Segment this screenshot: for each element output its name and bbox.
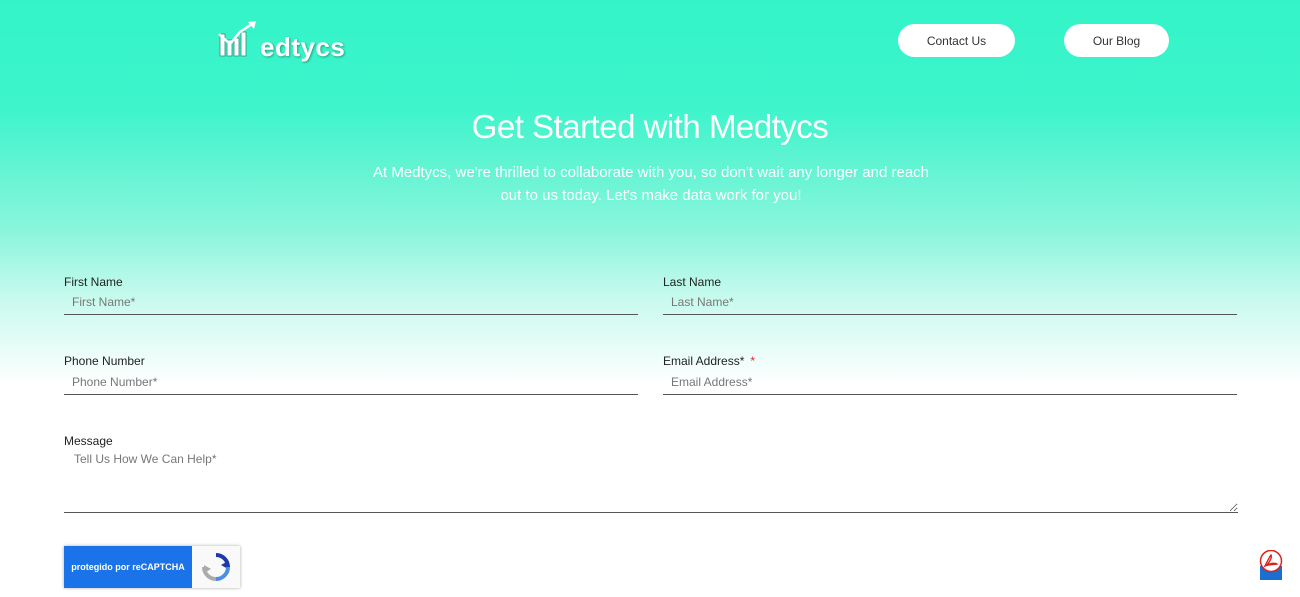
phone-number-label: Phone Number — [64, 354, 145, 368]
last-name-label: Last Name — [663, 275, 722, 289]
email-address-field: Email Address* * — [663, 354, 1237, 401]
chart-growth-icon — [218, 21, 256, 57]
message-label: Message — [64, 434, 113, 448]
email-address-label-wrap: Email Address* * — [663, 354, 755, 368]
pdf-icon[interactable] — [1258, 549, 1284, 580]
medtycs-logo[interactable]: edtycs — [218, 20, 345, 60]
message-textarea[interactable] — [64, 449, 1238, 513]
page-title: Get Started with Medtycs — [471, 108, 829, 145]
page-subtitle: At Medtycs, we're thrilled to collaborat… — [372, 164, 930, 204]
our-blog-button[interactable]: Our Blog — [1064, 24, 1169, 57]
contact-us-button[interactable]: Contact Us — [898, 24, 1015, 57]
first-name-input[interactable] — [64, 290, 638, 315]
logo-text: edtycs — [260, 32, 346, 62]
required-indicator: * — [750, 354, 756, 368]
message-field: Message — [64, 434, 1238, 514]
recaptcha-badge[interactable]: protegido por reCAPTCHA — [64, 546, 240, 588]
last-name-field: Last Name — [663, 275, 1237, 321]
last-name-input[interactable] — [663, 290, 1237, 315]
email-address-input[interactable] — [663, 370, 1237, 395]
recaptcha-label: protegido por reCAPTCHA — [64, 546, 192, 588]
recaptcha-icon — [192, 546, 240, 588]
first-name-label: First Name — [64, 275, 123, 289]
phone-number-field: Phone Number — [64, 354, 638, 401]
first-name-field: First Name — [64, 275, 638, 321]
email-address-label: Email Address* — [663, 354, 745, 368]
phone-number-input[interactable] — [64, 370, 638, 395]
